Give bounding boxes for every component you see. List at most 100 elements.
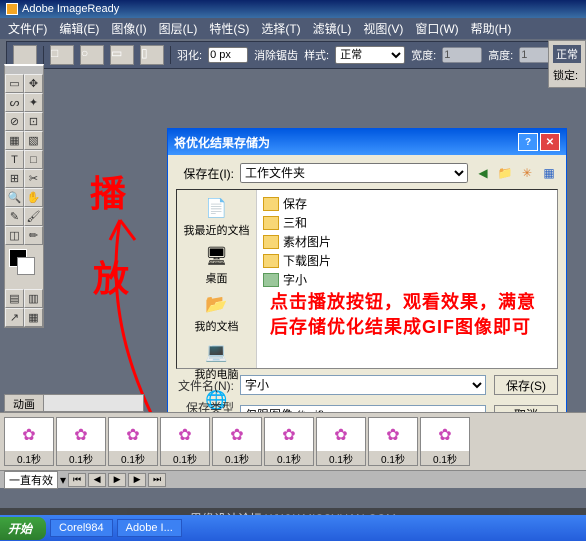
taskbar-item[interactable]: Corel984 (50, 519, 113, 537)
frame-delay[interactable]: 0.1秒 (161, 451, 209, 465)
slice-tool-icon[interactable]: ⊘ (5, 112, 24, 131)
eraser-tool-icon[interactable]: ◫ (5, 226, 24, 245)
paint-tool-icon[interactable]: 🖌 (24, 207, 43, 226)
views-icon[interactable]: ▦ (540, 164, 558, 182)
frame-item[interactable]: ✿0.1秒 (4, 417, 54, 466)
annotation-handwriting: 播 (90, 165, 126, 217)
feather-input[interactable] (208, 47, 248, 63)
save-button[interactable]: 保存(S) (494, 375, 558, 395)
frame-item[interactable]: ✿0.1秒 (108, 417, 158, 466)
list-item[interactable]: 保存 (261, 194, 553, 213)
frame-thumb: ✿ (5, 418, 53, 451)
marquee-row-icon[interactable]: ▭ (110, 45, 134, 65)
map-select-tool-icon[interactable]: ▧ (24, 131, 43, 150)
frames-strip: ✿0.1秒 ✿0.1秒 ✿0.1秒 ✿0.1秒 ✿0.1秒 ✿0.1秒 ✿0.1… (0, 413, 586, 470)
frame-delay[interactable]: 0.1秒 (317, 451, 365, 465)
preview-browser-icon[interactable]: ▥ (24, 289, 43, 308)
frame-delay[interactable]: 0.1秒 (213, 451, 261, 465)
hand-tool-icon[interactable]: ✋ (24, 188, 43, 207)
preview-mode-icon[interactable]: ▤ (5, 289, 24, 308)
list-item[interactable]: 素材图片 (261, 232, 553, 251)
marquee-rect-icon[interactable]: □ (50, 45, 74, 65)
color-swatches[interactable] (5, 245, 43, 289)
save-in-select[interactable]: 工作文件夹 (240, 163, 468, 183)
frame-delay[interactable]: 0.1秒 (57, 451, 105, 465)
start-button[interactable]: 开始 (0, 517, 46, 540)
back-icon[interactable]: ◀ (474, 164, 492, 182)
antialias-checkbox-label[interactable]: 消除锯齿 (254, 47, 298, 63)
place-desktop[interactable]: 🖥桌面 (201, 242, 233, 288)
eyedropper-tool-icon[interactable]: ✎ (5, 207, 24, 226)
jump-ps-icon[interactable]: ↗ (5, 308, 24, 327)
wand-tool-icon[interactable]: ✦ (24, 93, 43, 112)
menu-edit[interactable]: 编辑(E) (55, 20, 103, 37)
brush-tool-icon[interactable]: ✏ (24, 226, 43, 245)
menu-window[interactable]: 窗口(W) (411, 20, 462, 37)
loop-select[interactable]: 一直有效 (4, 471, 58, 489)
crop-tool-icon[interactable]: ✂ (24, 169, 43, 188)
feather-label: 羽化: (177, 47, 202, 63)
frame-delay[interactable]: 0.1秒 (265, 451, 313, 465)
marquee-tool-icon[interactable]: ▭ (5, 74, 24, 93)
height-label: 高度: (488, 47, 513, 63)
menu-file[interactable]: 文件(F) (4, 20, 51, 37)
frame-item[interactable]: ✿0.1秒 (368, 417, 418, 466)
place-mydocs[interactable]: 📂我的文档 (193, 290, 241, 336)
frame-item[interactable]: ✿0.1秒 (420, 417, 470, 466)
folder-icon (263, 273, 279, 287)
menu-select[interactable]: 选择(T) (257, 20, 304, 37)
frame-delay[interactable]: 0.1秒 (5, 451, 53, 465)
prev-frame-button[interactable]: ◀ (88, 473, 106, 487)
place-recent[interactable]: 📄我最近的文档 (182, 194, 252, 240)
animation-tab[interactable]: 动画 (5, 395, 44, 411)
help-button[interactable]: ? (518, 133, 538, 151)
slice-select-tool-icon[interactable]: ⊡ (24, 112, 43, 131)
tab-tool-icon[interactable]: ⊞ (5, 169, 24, 188)
menu-layer[interactable]: 图层(L) (155, 20, 202, 37)
frame-item[interactable]: ✿0.1秒 (264, 417, 314, 466)
dialog-title-bar[interactable]: 将优化结果存储为 ? ✕ (168, 129, 566, 155)
new-folder-icon[interactable]: ✳ (518, 164, 536, 182)
shape-tool-icon[interactable]: □ (24, 150, 43, 169)
type-tool-icon[interactable]: T (5, 150, 24, 169)
list-item[interactable]: 字小 (261, 270, 553, 289)
marquee-col-icon[interactable]: ▯ (140, 45, 164, 65)
frame-delay[interactable]: 0.1秒 (421, 451, 469, 465)
next-frame-button[interactable]: ▶ (128, 473, 146, 487)
last-frame-button[interactable]: ⏭ (148, 473, 166, 487)
frame-delay[interactable]: 0.1秒 (109, 451, 157, 465)
marquee-ellipse-icon[interactable]: ○ (80, 45, 104, 65)
taskbar-item[interactable]: Adobe I... (117, 519, 182, 537)
up-icon[interactable]: 📁 (496, 164, 514, 182)
menu-filter[interactable]: 滤镜(L) (309, 20, 356, 37)
frame-item[interactable]: ✿0.1秒 (316, 417, 366, 466)
blend-mode[interactable]: 正常 (553, 45, 581, 63)
animation-controls: 一直有效▾ ⏮ ◀ ▶ ▶ ⏭ (0, 470, 586, 488)
list-item[interactable]: 三和 (261, 213, 553, 232)
background-swatch[interactable] (17, 257, 35, 275)
menu-help[interactable]: 帮助(H) (467, 20, 516, 37)
close-button[interactable]: ✕ (540, 133, 560, 151)
filename-input[interactable]: 字小 (240, 375, 486, 395)
map-tool-icon[interactable]: ▦ (5, 131, 24, 150)
menu-image[interactable]: 图像(I) (107, 20, 150, 37)
frame-delay[interactable]: 0.1秒 (369, 451, 417, 465)
tool-preset-icon[interactable] (13, 45, 37, 65)
style-select[interactable]: 正常 (335, 46, 405, 64)
play-button[interactable]: ▶ (108, 473, 126, 487)
first-frame-button[interactable]: ⏮ (68, 473, 86, 487)
list-item[interactable]: 下载图片 (261, 251, 553, 270)
frame-item[interactable]: ✿0.1秒 (160, 417, 210, 466)
frame-item[interactable]: ✿0.1秒 (56, 417, 106, 466)
jump-other-icon[interactable]: ▦ (24, 308, 43, 327)
width-input[interactable] (442, 47, 482, 63)
lasso-tool-icon[interactable]: ᔕ (5, 93, 24, 112)
toolbox-grip[interactable] (5, 66, 43, 74)
folder-icon (263, 197, 279, 211)
menu-view[interactable]: 视图(V) (359, 20, 407, 37)
frame-item[interactable]: ✿0.1秒 (212, 417, 262, 466)
menu-props[interactable]: 特性(S) (205, 20, 253, 37)
file-list[interactable]: 保存 三和 素材图片 下载图片 字小 (257, 190, 557, 368)
zoom-tool-icon[interactable]: 🔍 (5, 188, 24, 207)
move-tool-icon[interactable]: ✥ (24, 74, 43, 93)
